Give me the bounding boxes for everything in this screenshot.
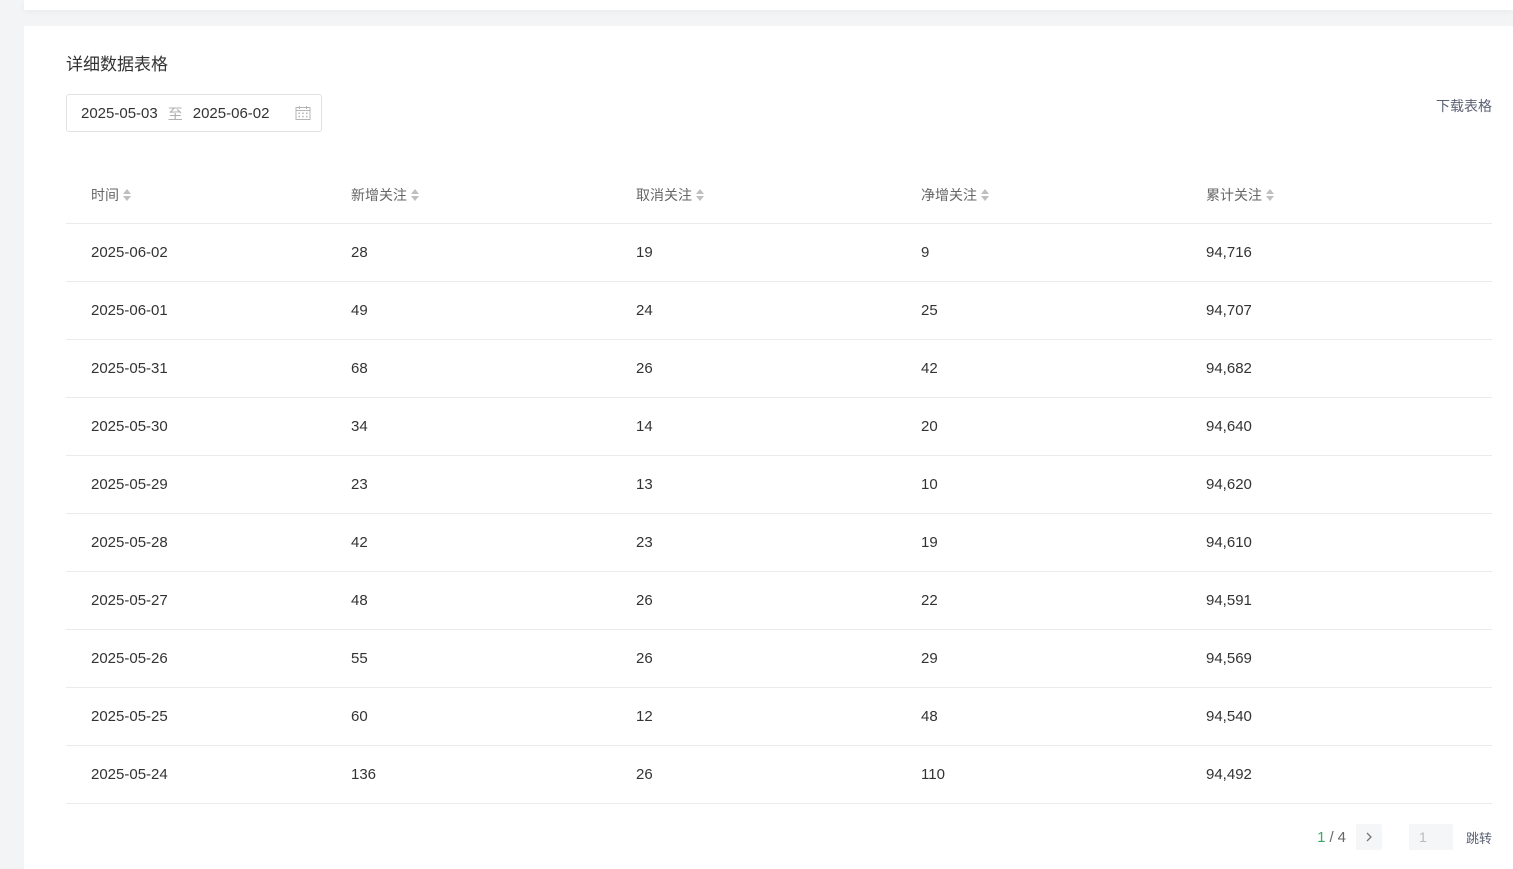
cell-new-follows: 34 <box>351 418 368 435</box>
date-range-start[interactable]: 2025-05-03 <box>81 105 158 122</box>
column-header-total-follows[interactable]: 累计关注 <box>1206 185 1492 205</box>
data-table: 时间 新增关注 取消关注 净增关注 累计关注 2025-06-02 28 19 … <box>66 166 1492 804</box>
cell-total-follows: 94,716 <box>1206 244 1252 261</box>
cell-time: 2025-05-26 <box>91 650 168 667</box>
top-card <box>24 0 1513 10</box>
cell-time: 2025-05-25 <box>91 708 168 725</box>
cell-net-follows: 9 <box>921 244 930 261</box>
column-header-net-follows[interactable]: 净增关注 <box>921 185 1206 205</box>
sort-icon[interactable] <box>696 188 704 201</box>
cell-new-follows: 28 <box>351 244 368 261</box>
download-table-link[interactable]: 下载表格 <box>1436 96 1492 116</box>
sort-icon[interactable] <box>981 188 989 201</box>
chevron-right-icon <box>1366 832 1372 842</box>
cell-unfollows: 26 <box>636 592 653 609</box>
cell-unfollows: 24 <box>636 302 653 319</box>
cell-new-follows: 23 <box>351 476 368 493</box>
table-row: 2025-05-27 48 26 22 94,591 <box>66 572 1492 630</box>
cell-new-follows: 136 <box>351 766 377 783</box>
table-row: 2025-05-31 68 26 42 94,682 <box>66 340 1492 398</box>
cell-total-follows: 94,707 <box>1206 302 1252 319</box>
cell-total-follows: 94,682 <box>1206 360 1252 377</box>
table-row: 2025-05-24 136 26 110 94,492 <box>66 746 1492 804</box>
cell-time: 2025-06-01 <box>91 302 168 319</box>
cell-total-follows: 94,591 <box>1206 592 1252 609</box>
sort-icon[interactable] <box>123 188 131 201</box>
cell-net-follows: 10 <box>921 476 938 493</box>
cell-unfollows: 23 <box>636 534 653 551</box>
cell-net-follows: 48 <box>921 708 938 725</box>
cell-unfollows: 14 <box>636 418 653 435</box>
cell-unfollows: 12 <box>636 708 653 725</box>
table-row: 2025-05-25 60 12 48 94,540 <box>66 688 1492 746</box>
table-row: 2025-05-28 42 23 19 94,610 <box>66 514 1492 572</box>
cell-total-follows: 94,620 <box>1206 476 1252 493</box>
cell-time: 2025-05-31 <box>91 360 168 377</box>
cell-time: 2025-05-27 <box>91 592 168 609</box>
next-page-button[interactable] <box>1355 824 1382 850</box>
pagination: 1 / 4 跳转 <box>1317 824 1492 850</box>
cell-unfollows: 26 <box>636 766 653 783</box>
cell-net-follows: 25 <box>921 302 938 319</box>
date-range-picker[interactable]: 2025-05-03 至 2025-06-02 <box>66 94 322 132</box>
pagination-current-page: 1 <box>1317 828 1326 846</box>
cell-time: 2025-05-29 <box>91 476 168 493</box>
table-row: 2025-06-01 49 24 25 94,707 <box>66 282 1492 340</box>
cell-unfollows: 26 <box>636 650 653 667</box>
cell-new-follows: 60 <box>351 708 368 725</box>
cell-time: 2025-05-28 <box>91 534 168 551</box>
table-row: 2025-05-29 23 13 10 94,620 <box>66 456 1492 514</box>
calendar-icon[interactable] <box>295 105 311 121</box>
cell-new-follows: 48 <box>351 592 368 609</box>
column-header-new-follows[interactable]: 新增关注 <box>351 185 636 205</box>
jump-button[interactable]: 跳转 <box>1466 828 1492 847</box>
cell-new-follows: 42 <box>351 534 368 551</box>
left-rail <box>0 0 24 869</box>
cell-net-follows: 22 <box>921 592 938 609</box>
cell-unfollows: 13 <box>636 476 653 493</box>
sort-icon[interactable] <box>411 188 419 201</box>
cell-time: 2025-05-24 <box>91 766 168 783</box>
cell-net-follows: 19 <box>921 534 938 551</box>
cell-total-follows: 94,640 <box>1206 418 1252 435</box>
cell-net-follows: 42 <box>921 360 938 377</box>
pagination-total-pages: 4 <box>1337 828 1346 846</box>
table-row: 2025-05-26 55 26 29 94,569 <box>66 630 1492 688</box>
date-range-end[interactable]: 2025-06-02 <box>193 105 270 122</box>
column-header-unfollows[interactable]: 取消关注 <box>636 185 921 205</box>
cell-total-follows: 94,610 <box>1206 534 1252 551</box>
cell-total-follows: 94,540 <box>1206 708 1252 725</box>
pagination-separator: / <box>1329 828 1334 846</box>
table-row: 2025-06-02 28 19 9 94,716 <box>66 224 1492 282</box>
cell-unfollows: 26 <box>636 360 653 377</box>
table-row: 2025-05-30 34 14 20 94,640 <box>66 398 1492 456</box>
cell-total-follows: 94,492 <box>1206 766 1252 783</box>
cell-unfollows: 19 <box>636 244 653 261</box>
cell-new-follows: 49 <box>351 302 368 319</box>
cell-new-follows: 68 <box>351 360 368 377</box>
section-title: 详细数据表格 <box>66 55 168 74</box>
detail-data-card: 详细数据表格 2025-05-03 至 2025-06-02 下载表格 时间 新… <box>24 26 1513 869</box>
cell-time: 2025-05-30 <box>91 418 168 435</box>
cell-net-follows: 20 <box>921 418 938 435</box>
cell-total-follows: 94,569 <box>1206 650 1252 667</box>
page-number-input[interactable] <box>1408 824 1453 850</box>
column-header-time[interactable]: 时间 <box>66 185 351 205</box>
cell-net-follows: 110 <box>921 766 945 783</box>
cell-net-follows: 29 <box>921 650 938 667</box>
sort-icon[interactable] <box>1266 188 1274 201</box>
date-range-separator: 至 <box>167 105 183 123</box>
table-header: 时间 新增关注 取消关注 净增关注 累计关注 <box>66 166 1492 224</box>
cell-time: 2025-06-02 <box>91 244 168 261</box>
cell-new-follows: 55 <box>351 650 368 667</box>
